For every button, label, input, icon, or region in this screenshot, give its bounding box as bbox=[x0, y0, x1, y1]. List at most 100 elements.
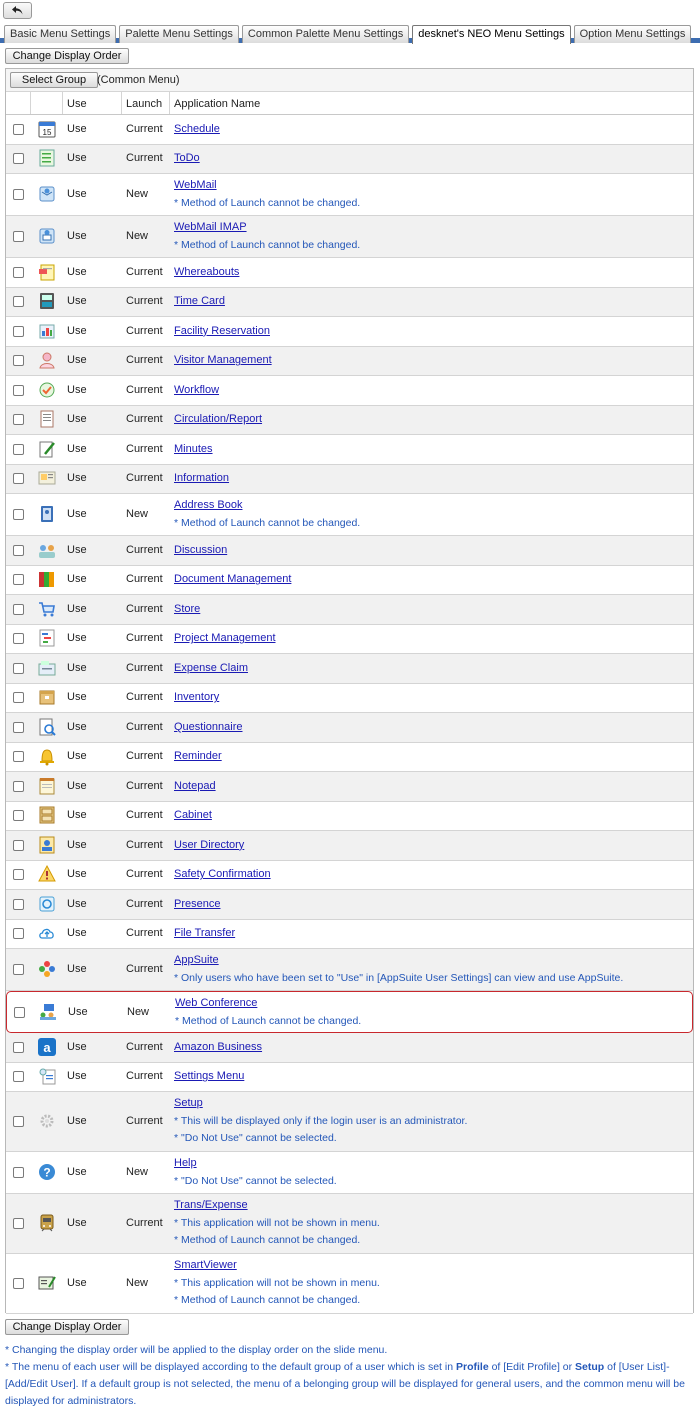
row-checkbox[interactable] bbox=[13, 1071, 24, 1083]
row-use-value: Use bbox=[67, 265, 87, 278]
application-name-link[interactable]: Time Card bbox=[174, 295, 225, 307]
row-checkbox[interactable] bbox=[13, 721, 24, 733]
row-checkbox[interactable] bbox=[13, 443, 24, 455]
application-name-link[interactable]: WebMail bbox=[174, 179, 217, 191]
row-checkbox[interactable] bbox=[13, 355, 24, 367]
application-name-link[interactable]: File Transfer bbox=[174, 927, 235, 939]
tab-option-menu-settings[interactable]: Option Menu Settings bbox=[573, 25, 692, 43]
row-checkbox[interactable] bbox=[13, 898, 24, 910]
row-launch-value: Current bbox=[126, 632, 163, 645]
application-name-link[interactable]: Cabinet bbox=[174, 809, 212, 821]
application-name-link[interactable]: Settings Menu bbox=[174, 1070, 244, 1082]
row-checkbox[interactable] bbox=[13, 810, 24, 822]
row-checkbox[interactable] bbox=[13, 751, 24, 763]
application-name-link[interactable]: Store bbox=[174, 603, 200, 615]
row-checkbox[interactable] bbox=[13, 153, 24, 165]
application-name-link[interactable]: Project Management bbox=[174, 632, 276, 644]
back-button[interactable] bbox=[3, 2, 32, 19]
change-display-order-button-bottom[interactable]: Change Display Order bbox=[5, 1319, 129, 1335]
row-checkbox[interactable] bbox=[13, 123, 24, 135]
row-checkbox[interactable] bbox=[13, 1278, 24, 1289]
application-name-link[interactable]: Expense Claim bbox=[174, 662, 248, 674]
application-name-link[interactable]: Amazon Business bbox=[174, 1041, 262, 1053]
row-checkbox[interactable] bbox=[13, 189, 24, 200]
row-checkbox[interactable] bbox=[13, 1167, 24, 1178]
row-checkbox[interactable] bbox=[13, 603, 24, 615]
table-row: Use Current Cabinet bbox=[6, 801, 693, 831]
application-name-link[interactable]: Questionnaire bbox=[174, 721, 243, 733]
row-checkbox[interactable] bbox=[13, 1218, 24, 1229]
row-launch-value: Current bbox=[126, 927, 163, 940]
table-row: Use Current ToDo bbox=[6, 144, 693, 174]
row-checkbox[interactable] bbox=[13, 544, 24, 556]
row-checkbox[interactable] bbox=[13, 384, 24, 396]
row-checkbox[interactable] bbox=[13, 780, 24, 792]
row-checkbox[interactable] bbox=[13, 1041, 24, 1053]
row-checkbox[interactable] bbox=[13, 662, 24, 674]
row-checkbox[interactable] bbox=[13, 509, 24, 520]
row-use-value: Use bbox=[67, 661, 87, 674]
row-checkbox[interactable] bbox=[13, 692, 24, 704]
tab-common-palette-menu-settings[interactable]: Common Palette Menu Settings bbox=[241, 25, 410, 43]
application-name-link[interactable]: Web Conference bbox=[175, 997, 257, 1009]
application-name-link[interactable]: AppSuite bbox=[174, 954, 219, 966]
smartviewer-icon bbox=[37, 1273, 57, 1293]
application-name-link[interactable]: Workflow bbox=[174, 384, 219, 396]
minutes-icon bbox=[37, 439, 57, 459]
user-directory-icon bbox=[37, 835, 57, 855]
row-use-value: Use bbox=[67, 188, 87, 200]
table-row: Use Current Discussion bbox=[6, 536, 693, 566]
application-name-link[interactable]: Reminder bbox=[174, 750, 222, 762]
application-name-link[interactable]: Address Book bbox=[174, 499, 242, 511]
tab-basic-menu-settings[interactable]: Basic Menu Settings bbox=[4, 25, 117, 43]
application-name-link[interactable]: Circulation/Report bbox=[174, 413, 262, 425]
application-name-link[interactable]: WebMail IMAP bbox=[174, 221, 247, 233]
application-name-link[interactable]: Inventory bbox=[174, 691, 219, 703]
expense-claim-icon bbox=[37, 658, 57, 678]
tab-desknets-neo-menu-settings[interactable]: desknet's NEO Menu Settings bbox=[412, 25, 571, 44]
row-checkbox[interactable] bbox=[13, 414, 24, 426]
row-checkbox[interactable] bbox=[13, 574, 24, 586]
application-name-link[interactable]: User Directory bbox=[174, 839, 244, 851]
row-checkbox[interactable] bbox=[13, 296, 24, 308]
row-checkbox[interactable] bbox=[13, 325, 24, 337]
select-group-button[interactable]: Select Group bbox=[10, 72, 98, 88]
row-checkbox[interactable] bbox=[13, 231, 24, 242]
application-name-link[interactable]: SmartViewer bbox=[174, 1259, 237, 1271]
application-name-link[interactable]: Facility Reservation bbox=[174, 325, 270, 337]
row-use-value: Use bbox=[67, 1217, 87, 1229]
application-name-link[interactable]: Setup bbox=[174, 1097, 203, 1109]
presence-icon bbox=[37, 894, 57, 914]
todo-icon bbox=[37, 148, 57, 168]
file-transfer-cloud-icon bbox=[37, 923, 57, 943]
application-name-link[interactable]: Safety Confirmation bbox=[174, 868, 271, 880]
row-checkbox[interactable] bbox=[13, 1116, 24, 1127]
row-checkbox[interactable] bbox=[13, 928, 24, 940]
row-launch-value: Current bbox=[126, 295, 163, 308]
row-use-value: Use bbox=[67, 1115, 87, 1127]
application-name-link[interactable]: Schedule bbox=[174, 123, 220, 135]
application-name-link[interactable]: Visitor Management bbox=[174, 354, 272, 366]
change-display-order-button-top[interactable]: Change Display Order bbox=[5, 48, 129, 64]
menu-settings-panel: Select Group (Common Menu) Use Launch Ap… bbox=[5, 68, 694, 1314]
help-question-icon: ? bbox=[37, 1162, 57, 1182]
row-checkbox[interactable] bbox=[13, 633, 24, 645]
row-checkbox[interactable] bbox=[13, 839, 24, 851]
row-checkbox[interactable] bbox=[13, 869, 24, 881]
application-name-link[interactable]: Information bbox=[174, 472, 229, 484]
row-note: * Method of Launch cannot be changed. bbox=[174, 239, 361, 251]
application-name-link[interactable]: Minutes bbox=[174, 443, 213, 455]
application-name-link[interactable]: Discussion bbox=[174, 544, 227, 556]
application-name-link[interactable]: Whereabouts bbox=[174, 266, 239, 278]
application-name-link[interactable]: Help bbox=[174, 1157, 197, 1169]
application-name-link[interactable]: ToDo bbox=[174, 152, 200, 164]
application-name-link[interactable]: Notepad bbox=[174, 780, 216, 792]
application-name-link[interactable]: Trans/Expense bbox=[174, 1199, 248, 1211]
row-checkbox[interactable] bbox=[13, 473, 24, 485]
application-name-link[interactable]: Document Management bbox=[174, 573, 291, 585]
row-checkbox[interactable] bbox=[13, 266, 24, 278]
application-name-link[interactable]: Presence bbox=[174, 898, 220, 910]
row-checkbox[interactable] bbox=[14, 1007, 25, 1018]
tab-palette-menu-settings[interactable]: Palette Menu Settings bbox=[119, 25, 239, 43]
row-checkbox[interactable] bbox=[13, 964, 24, 975]
